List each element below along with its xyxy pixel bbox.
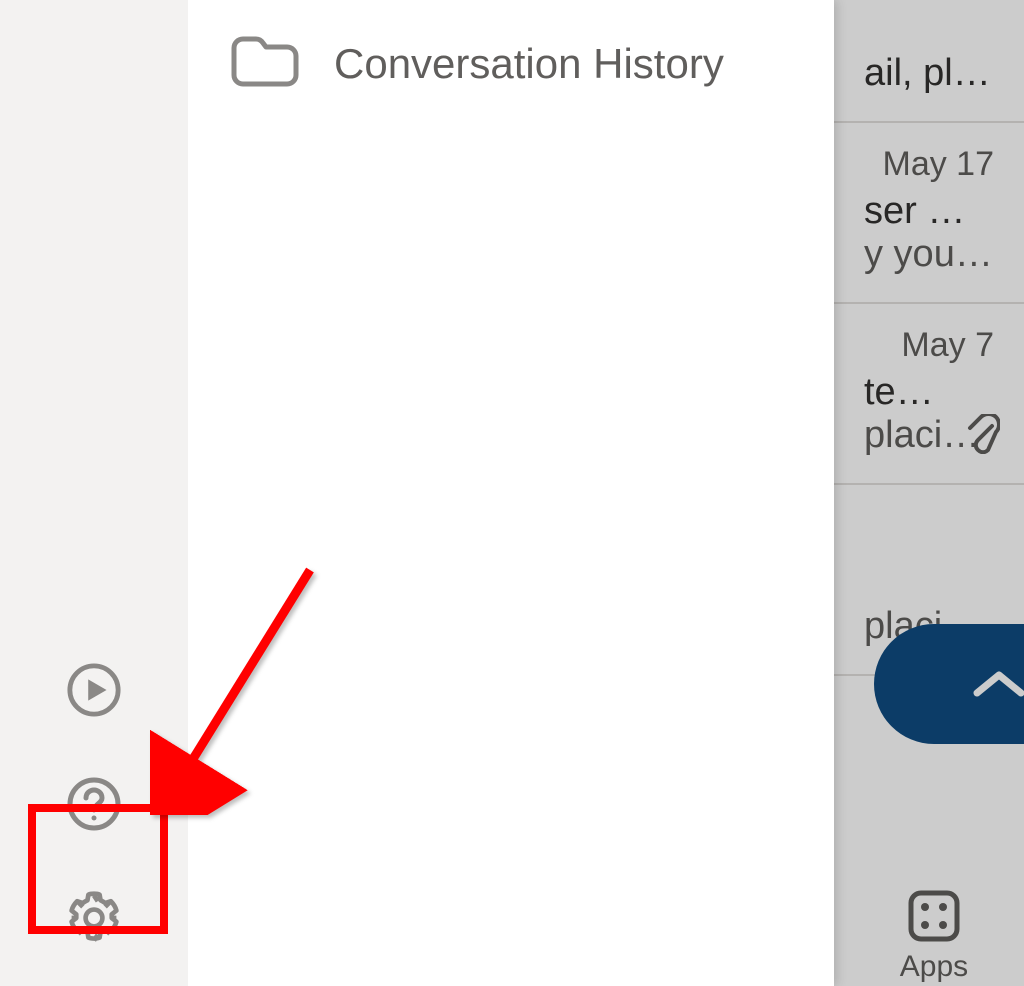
mail-list-item[interactable]: May 7 ter… placin… xyxy=(834,304,1024,485)
rail-icon-group xyxy=(0,662,188,946)
attachment-icon xyxy=(964,414,1000,459)
mail-subject: ter… xyxy=(864,371,994,414)
folder-flyout-panel: Conversation History xyxy=(188,0,834,986)
folder-icon xyxy=(230,34,300,93)
mail-preview: y you … xyxy=(864,233,994,276)
help-circle-icon xyxy=(66,776,122,832)
apps-nav-label: Apps xyxy=(864,950,1004,984)
play-button[interactable] xyxy=(66,662,122,718)
gear-icon xyxy=(66,888,122,948)
mail-list-item[interactable]: May 17 ser M… y you … xyxy=(834,123,1024,304)
apps-grid-icon xyxy=(864,889,1004,948)
apps-nav-button[interactable]: Apps xyxy=(864,889,1004,984)
scroll-top-button[interactable] xyxy=(874,624,1024,744)
chevron-up-icon xyxy=(971,667,1024,701)
folder-item-label: Conversation History xyxy=(334,40,724,88)
settings-button[interactable] xyxy=(66,890,122,946)
mail-subject: ail, pl… xyxy=(864,52,994,95)
mail-date: May 7 xyxy=(864,326,994,365)
mail-subject: ser M… xyxy=(864,190,994,233)
help-button[interactable] xyxy=(66,776,122,832)
mail-date: May 17 xyxy=(864,145,994,184)
folder-item-conversation-history[interactable]: Conversation History xyxy=(188,0,834,127)
mail-list-item[interactable]: ail, pl… xyxy=(834,0,1024,123)
play-circle-icon xyxy=(66,661,122,719)
left-nav-rail xyxy=(0,0,188,986)
mail-list: ail, pl… May 17 ser M… y you … May 7 ter… xyxy=(834,0,1024,986)
